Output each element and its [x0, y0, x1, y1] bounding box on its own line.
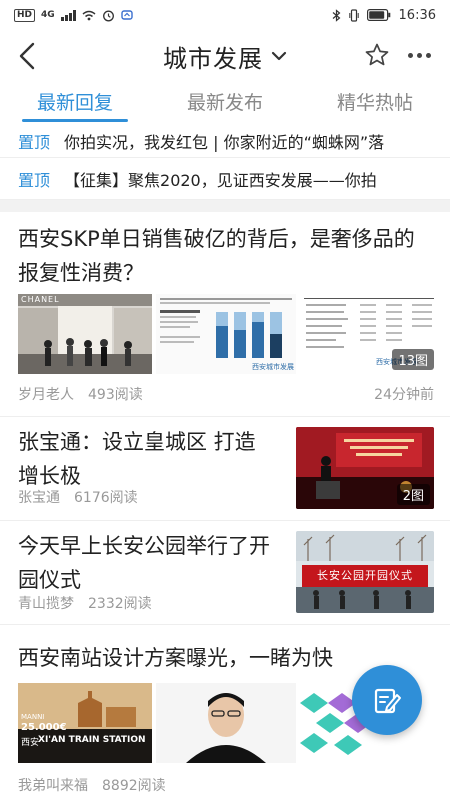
status-right: 16:36: [332, 8, 436, 23]
tab-bar: 最新回复 最新发布 精华热帖: [0, 82, 450, 124]
wifi-icon: [82, 10, 96, 20]
pinned-badge: 置顶: [18, 170, 51, 190]
article-image: [156, 683, 296, 763]
pinned-title: 你拍实况，我发红包 | 你家附近的“蜘蛛网”落: [64, 132, 385, 152]
svg-text:西安城市发展: 西安城市发展: [252, 362, 294, 371]
signal-icon: [60, 9, 76, 21]
article-views: 6176阅读: [74, 490, 138, 506]
store-sign-text: CHANEL: [21, 295, 60, 304]
tab-latest-reply[interactable]: 最新回复: [0, 82, 150, 124]
pinned-item[interactable]: 置顶 你拍实况，我发红包 | 你家附近的“蜘蛛网”落: [0, 124, 450, 158]
thumb-label: 西安: [21, 738, 40, 748]
star-icon: [365, 43, 389, 66]
article-author: 青山揽梦: [18, 596, 74, 612]
pinned-title: 【征集】聚焦2020，见证西安发展——你拍: [64, 170, 377, 190]
pinned-badge: 置顶: [18, 132, 51, 152]
clock: 16:36: [398, 7, 436, 23]
article-author: 我弟叫来福: [18, 778, 88, 794]
article-image: 西安城市发展: [156, 294, 296, 374]
article-views: 493阅读: [88, 387, 143, 403]
banner-text: 长安公园开园仪式: [317, 569, 413, 582]
thumb-label: 25.000€: [21, 722, 67, 733]
article-image: 2图: [296, 427, 434, 509]
article-views: 8892阅读: [102, 778, 166, 794]
article-time: 24分钟前: [374, 387, 434, 403]
article-image: 西安城市发展 13图: [300, 294, 438, 374]
article-views: 2332阅读: [88, 596, 152, 612]
status-left: HD 4G: [14, 8, 133, 22]
article-meta: 青山揽梦 2332阅读: [18, 593, 152, 613]
compose-button[interactable]: [352, 665, 422, 735]
article-author: 张宝通: [18, 490, 60, 506]
vibrate-icon: [348, 8, 359, 22]
tab-featured[interactable]: 精华热帖: [300, 82, 450, 124]
status-bar: HD 4G 16:36: [0, 0, 450, 30]
tab-latest-post[interactable]: 最新发布: [150, 82, 300, 124]
article-title: 今天早上长安公园举行了开园仪式: [18, 534, 270, 592]
section-divider: [0, 200, 450, 212]
header: 城市发展: [0, 30, 450, 82]
back-button[interactable]: [10, 38, 44, 74]
bluetooth-icon: [332, 8, 340, 22]
notification-icon: [120, 10, 133, 20]
chevron-down-icon[interactable]: [271, 51, 287, 61]
article-image: 长安公园开园仪式: [296, 531, 434, 613]
network-badge: HD: [14, 8, 36, 22]
battery-icon: [366, 9, 390, 21]
image-count-badge: 2图: [396, 484, 430, 505]
article-title: 张宝通：设立皇城区 打造增长极: [18, 430, 256, 488]
favorite-button[interactable]: [362, 40, 392, 70]
article-item[interactable]: 西安SKP单日销售破亿的背后，是奢侈品的报复性消费？ CHANEL 西安城市发展…: [0, 212, 450, 417]
more-dots-icon: [407, 52, 413, 58]
article-item[interactable]: 张宝通：设立皇城区 打造增长极 张宝通 6176阅读 2图: [0, 417, 450, 521]
article-meta: 张宝通 6176阅读: [18, 487, 138, 507]
article-image: CHANEL: [18, 294, 152, 374]
pinned-item[interactable]: 置顶 【征集】聚焦2020，见证西安发展——你拍: [0, 158, 450, 200]
pinned-list: 置顶 你拍实况，我发红包 | 你家附近的“蜘蛛网”落 置顶 【征集】聚焦2020…: [0, 124, 450, 200]
article-item[interactable]: 今天早上长安公园举行了开园仪式 青山揽梦 2332阅读 长安公园开园仪式: [0, 521, 450, 625]
article-image-row: CHANEL 西安城市发展 13图: [18, 294, 438, 374]
article-author: 岁月老人: [18, 387, 74, 403]
thumb-label: MANNI: [21, 713, 45, 721]
image-count-badge: 13图: [392, 349, 434, 370]
article-meta: 我弟叫来福 8892阅读: [18, 775, 166, 795]
back-arrow-icon: [19, 42, 35, 70]
alarm-icon: [102, 10, 114, 21]
more-button[interactable]: [402, 40, 436, 70]
network-type: 4G: [41, 10, 55, 20]
thumb-label: XI'AN TRAIN STATION: [38, 735, 146, 745]
article-image: MANNI 25.000€ XI'AN TRAIN STATION 西安: [18, 683, 152, 763]
edit-post-icon: [374, 688, 401, 714]
page-title: 城市发展: [163, 44, 263, 73]
article-meta: 岁月老人 493阅读 24分钟前: [18, 384, 434, 404]
article-title: 西安SKP单日销售破亿的背后，是奢侈品的报复性消费？: [18, 227, 415, 285]
